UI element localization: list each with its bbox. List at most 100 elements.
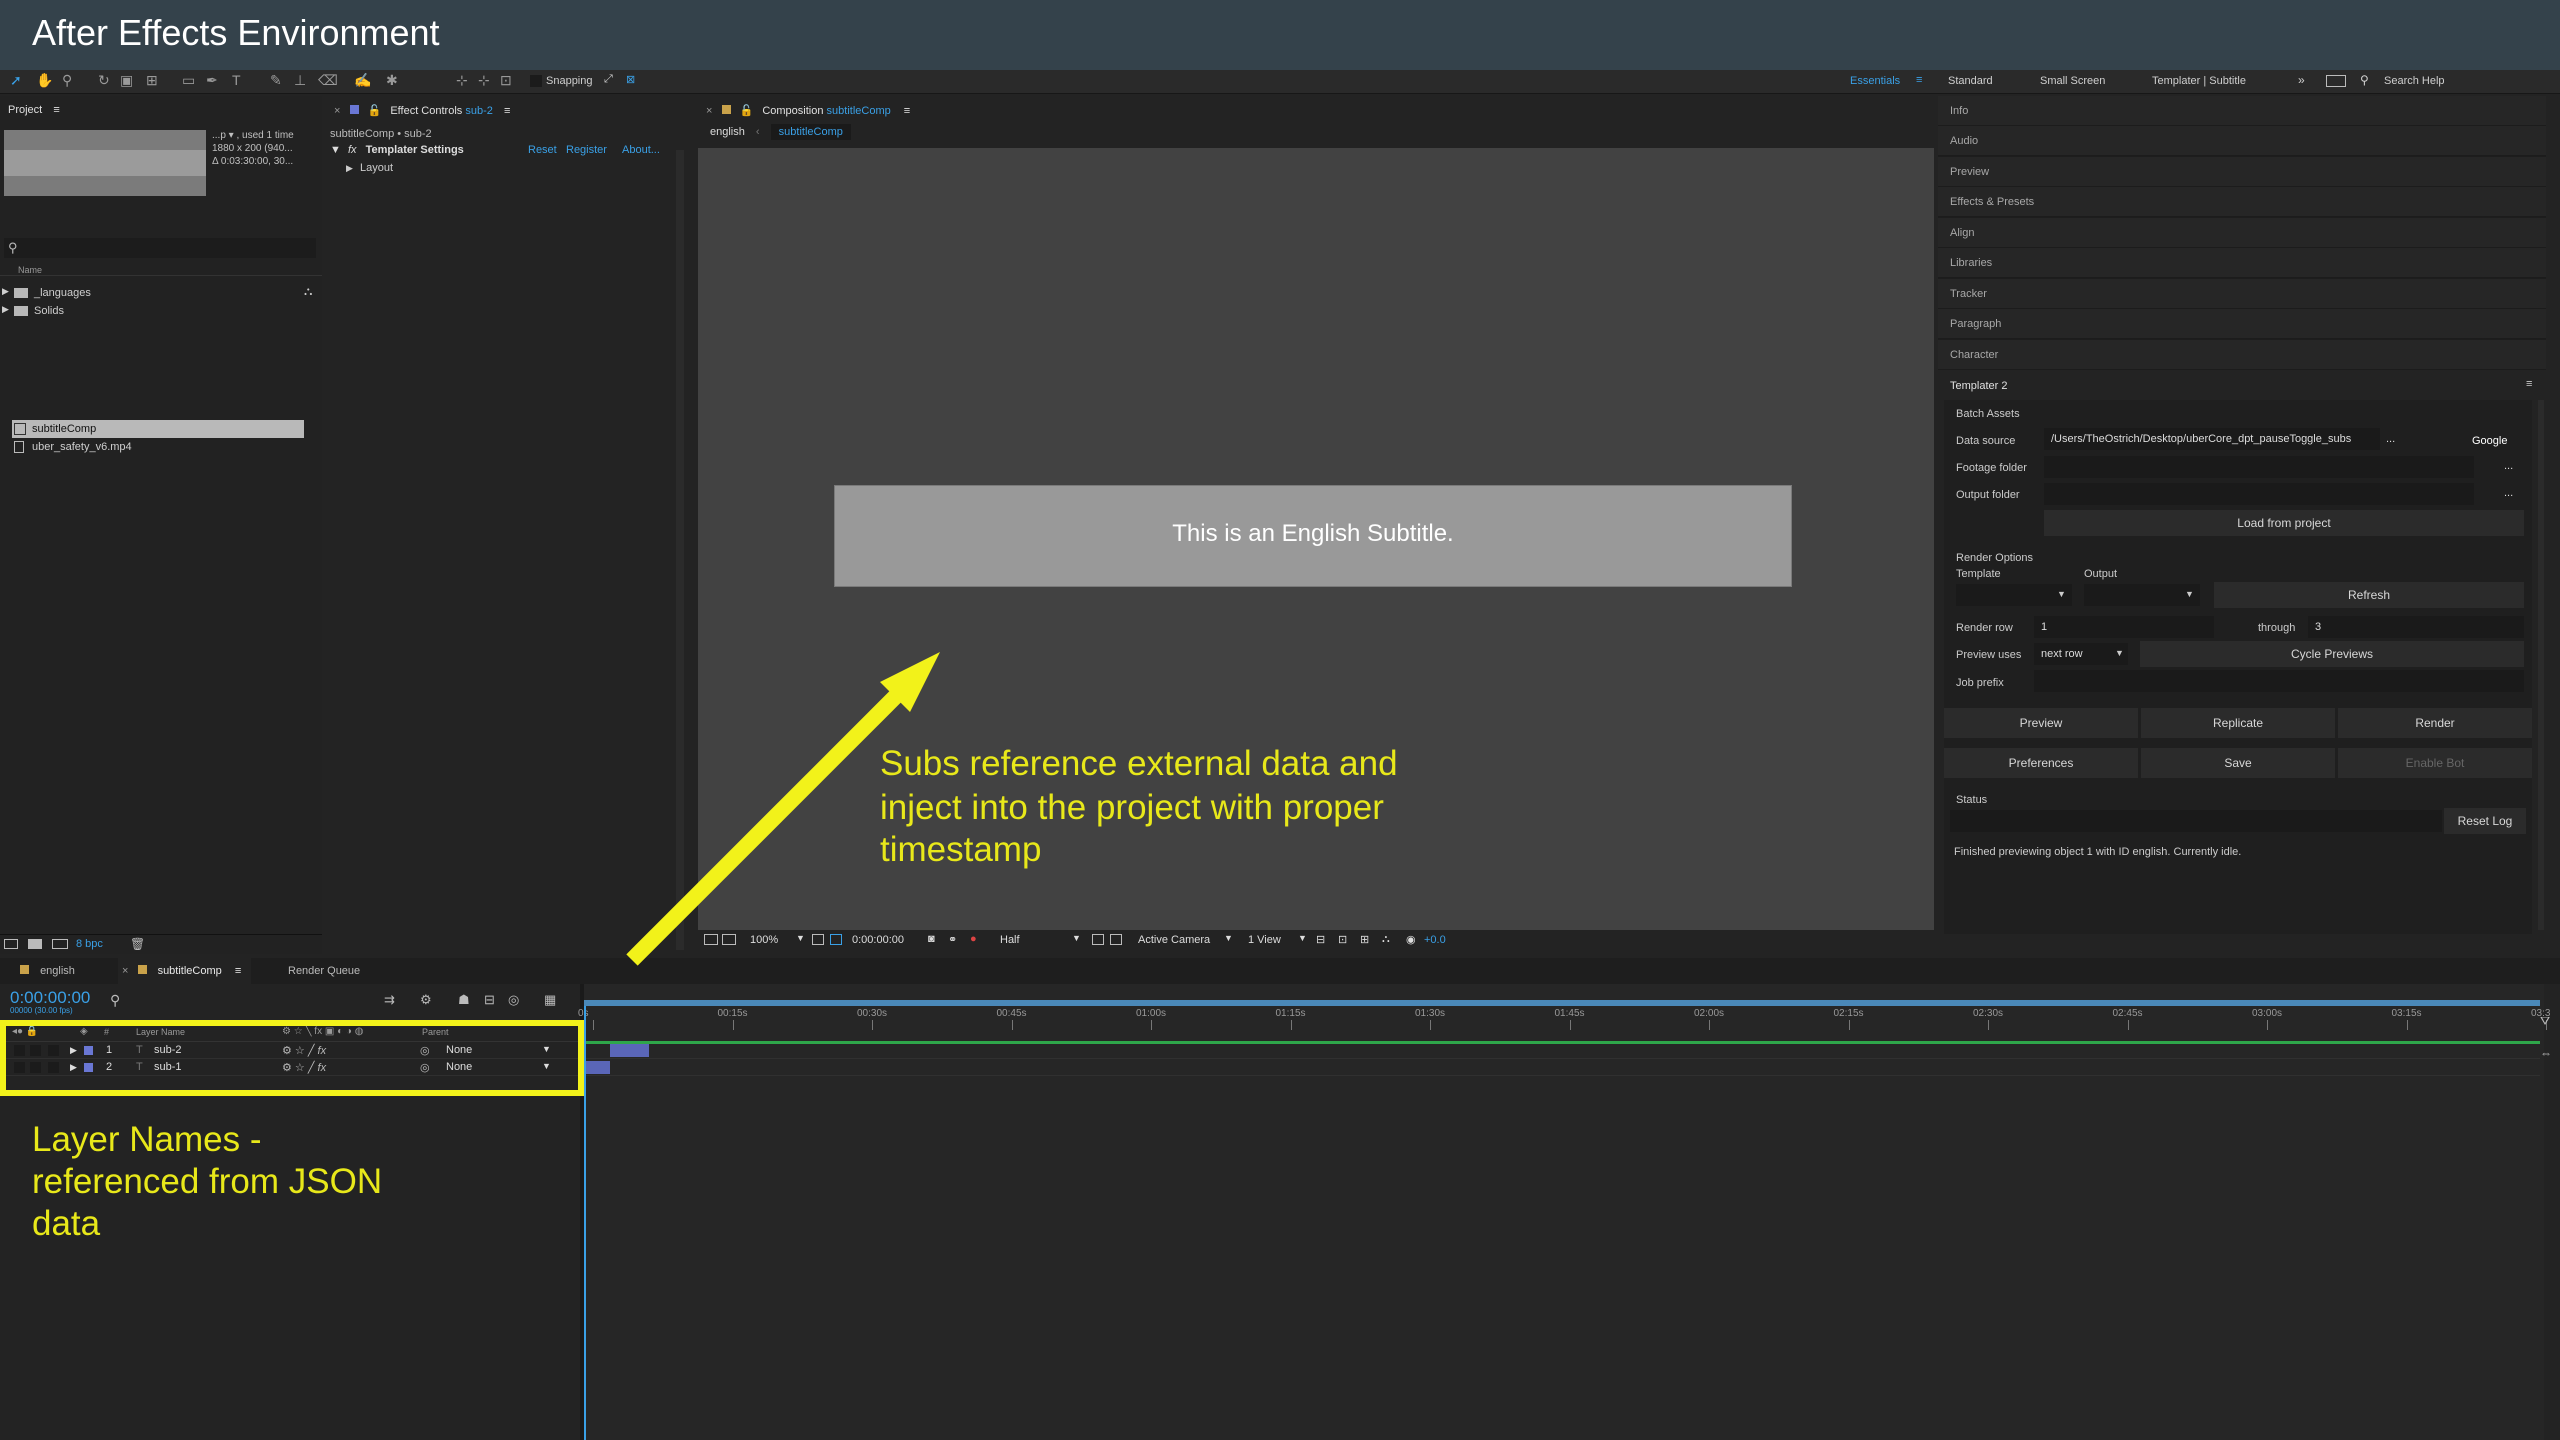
- close-icon[interactable]: ×: [122, 965, 128, 977]
- list-item[interactable]: ▶ Solids: [0, 302, 304, 320]
- project-tab[interactable]: Project ≡: [8, 104, 60, 116]
- panel-info[interactable]: Info: [1938, 96, 2546, 126]
- roi-icon[interactable]: [1092, 934, 1104, 945]
- expand-arrow-icon[interactable]: ▶: [2, 286, 9, 297]
- type-tool-icon[interactable]: T: [232, 72, 241, 88]
- eraser-tool-icon[interactable]: ⌫: [318, 72, 338, 89]
- rectangle-tool-icon[interactable]: ▭: [182, 72, 195, 89]
- breadcrumb-subtitlecomp[interactable]: subtitleComp: [770, 124, 851, 140]
- render-row-field[interactable]: 1: [2034, 616, 2214, 638]
- pen-tool-icon[interactable]: ✒: [206, 72, 218, 89]
- effect-register-link[interactable]: Register: [566, 144, 607, 156]
- new-folder-icon[interactable]: [28, 939, 42, 949]
- list-item[interactable]: subtitleComp: [12, 420, 304, 438]
- panel-character[interactable]: Character: [1938, 340, 2546, 370]
- close-icon[interactable]: ×: [706, 105, 712, 117]
- layer-track[interactable]: [584, 1059, 2540, 1076]
- panel-menu-icon[interactable]: ≡: [2526, 378, 2532, 390]
- graph-editor-icon[interactable]: ▦: [544, 992, 556, 1008]
- preferences-button[interactable]: Preferences: [1944, 748, 2138, 778]
- effect-controls-tab[interactable]: × 🔓 Effect Controls sub-2 ≡: [334, 104, 510, 117]
- zoom-tool-icon[interactable]: ⚲: [62, 72, 72, 89]
- layer-bar[interactable]: [610, 1044, 649, 1057]
- google-button[interactable]: Google: [2472, 435, 2507, 447]
- list-item[interactable]: ▶ _languages: [0, 284, 304, 302]
- workspace-standard[interactable]: Standard: [1948, 75, 1993, 87]
- toggle-pixel-icon[interactable]: ⊟: [1316, 933, 1325, 946]
- project-search-field[interactable]: ⚲: [4, 238, 316, 258]
- refresh-button[interactable]: Refresh: [2214, 582, 2524, 608]
- panel-effects-presets[interactable]: Effects & Presets: [1938, 187, 2546, 217]
- keyboard-icon[interactable]: [2326, 75, 2346, 87]
- interpret-footage-icon[interactable]: [4, 939, 18, 949]
- chevron-down-icon[interactable]: ▼: [1224, 933, 1233, 943]
- search-help-label[interactable]: Search Help: [2384, 75, 2445, 87]
- list-item[interactable]: uber_safety_v6.mp4: [12, 438, 304, 456]
- data-source-field[interactable]: /Users/TheOstrich/Desktop/uberCore_dpt_p…: [2044, 428, 2380, 450]
- zoom-in-icon[interactable]: ⇔: [2540, 1046, 2552, 1060]
- frame-blending-icon[interactable]: ⊟: [484, 992, 495, 1008]
- expand-arrow-icon[interactable]: ▶: [346, 163, 353, 173]
- axis-local-icon[interactable]: ⊹: [456, 72, 468, 89]
- through-field[interactable]: 3: [2308, 616, 2524, 638]
- close-icon[interactable]: ×: [334, 105, 340, 117]
- workspace-essentials[interactable]: Essentials: [1850, 75, 1900, 87]
- templater-scrollbar[interactable]: [2538, 400, 2544, 930]
- panel-audio[interactable]: Audio: [1938, 126, 2546, 156]
- timeline-icon[interactable]: ⊞: [1360, 933, 1369, 946]
- resolution-select[interactable]: Half: [1000, 934, 1020, 946]
- templater-title[interactable]: Templater 2: [1950, 380, 2007, 392]
- save-button[interactable]: Save: [2141, 748, 2335, 778]
- panel-menu-icon[interactable]: ≡: [235, 965, 241, 977]
- enable-bot-button[interactable]: Enable Bot: [2338, 748, 2532, 778]
- time-ruler[interactable]: 0s00:15s00:30s00:45s01:00s01:15s01:30s01…: [578, 1006, 2550, 1032]
- roto-brush-tool-icon[interactable]: ✍: [354, 72, 371, 89]
- pan-behind-tool-icon[interactable]: ⊞: [146, 72, 158, 89]
- workspace-overflow-icon[interactable]: »: [2298, 73, 2305, 87]
- breadcrumb-english[interactable]: english: [710, 126, 745, 138]
- snap-icon[interactable]: ⤢: [604, 73, 613, 86]
- playhead[interactable]: [584, 1006, 586, 1440]
- render-button[interactable]: Render: [2338, 708, 2532, 738]
- flowchart-icon[interactable]: ⛬: [1382, 933, 1390, 946]
- output-select[interactable]: ▼: [2084, 584, 2200, 606]
- transparency-grid-icon[interactable]: [1110, 934, 1122, 945]
- cycle-previews-button[interactable]: Cycle Previews: [2140, 641, 2524, 667]
- workspace-menu-icon[interactable]: ≡: [1916, 74, 1922, 86]
- axis-view-icon[interactable]: ⊡: [500, 72, 512, 89]
- panel-menu-icon[interactable]: ≡: [504, 105, 510, 117]
- panel-tracker[interactable]: Tracker: [1938, 279, 2546, 309]
- layer-track[interactable]: [584, 1042, 2540, 1059]
- output-folder-browse-button[interactable]: ...: [2504, 487, 2513, 499]
- lock-icon[interactable]: 🔓: [368, 105, 382, 117]
- panel-align[interactable]: Align: [1938, 218, 2546, 248]
- collapse-arrow-icon[interactable]: ▼: [330, 144, 341, 156]
- rotate-tool-icon[interactable]: ↻: [98, 72, 110, 89]
- view-layout-select[interactable]: 1 View: [1248, 934, 1281, 946]
- timeline-track-area[interactable]: 0s00:15s00:30s00:45s01:00s01:15s01:30s01…: [578, 984, 2552, 1440]
- fx-icon[interactable]: fx: [348, 144, 357, 156]
- puppet-tool-icon[interactable]: ✱: [386, 72, 398, 89]
- fast-preview-icon[interactable]: ⊡: [1338, 933, 1347, 946]
- motion-blur-icon[interactable]: ◎: [508, 992, 519, 1008]
- clone-stamp-tool-icon[interactable]: ⊥: [294, 72, 306, 89]
- job-prefix-field[interactable]: [2034, 670, 2524, 692]
- reset-log-button[interactable]: Reset Log: [2444, 808, 2526, 834]
- timeline-tab-english[interactable]: english: [20, 965, 75, 977]
- workspace-templater-subtitle[interactable]: Templater | Subtitle: [2152, 75, 2246, 87]
- replicate-button[interactable]: Replicate: [2141, 708, 2335, 738]
- selection-tool-icon[interactable]: ➚: [10, 72, 22, 89]
- draft-3d-icon[interactable]: ⚙: [420, 992, 432, 1008]
- panel-libraries[interactable]: Libraries: [1938, 248, 2546, 278]
- effect-child-row[interactable]: ▶ Layout: [346, 162, 393, 174]
- expand-arrow-icon[interactable]: ▶: [2, 304, 9, 315]
- panel-menu-icon[interactable]: ≡: [904, 105, 910, 117]
- preview-uses-select[interactable]: next row ▼: [2034, 643, 2128, 665]
- layer-bar[interactable]: [584, 1061, 611, 1074]
- search-help-icon[interactable]: ⚲: [2360, 73, 2369, 87]
- bpc-toggle[interactable]: 8 bpc: [76, 938, 103, 950]
- camera-tool-icon[interactable]: ▣: [120, 72, 133, 89]
- footage-folder-field[interactable]: [2044, 456, 2474, 478]
- zoom-out-icon[interactable]: ⛛: [2540, 1014, 2550, 1029]
- network-icon[interactable]: ⛬: [304, 284, 312, 299]
